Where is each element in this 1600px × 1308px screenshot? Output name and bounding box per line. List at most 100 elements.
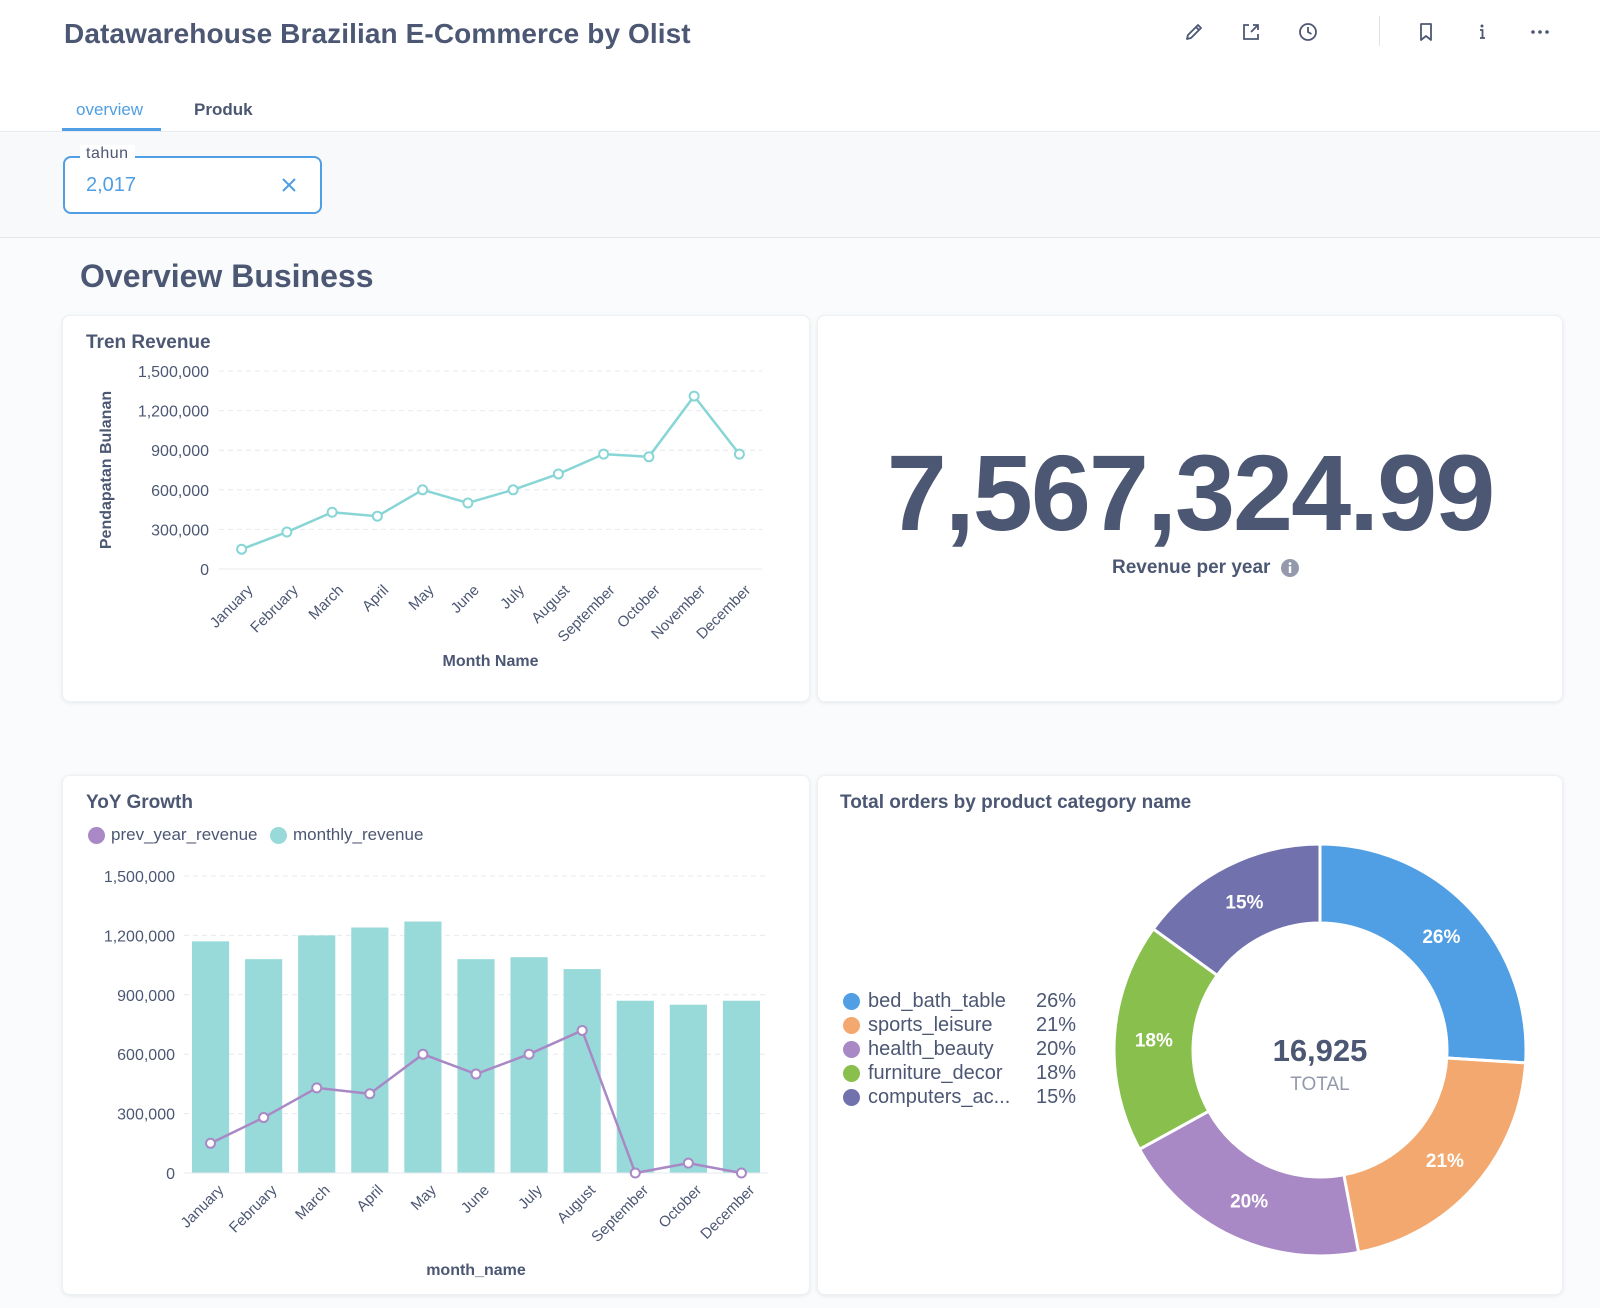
dashboard-title: Datawarehouse Brazilian E-Commerce by Ol… — [64, 18, 691, 49]
data-point[interactable] — [311, 1082, 323, 1094]
legend-percent: 20% — [1036, 1038, 1077, 1060]
revenue-per-year-value: 7,567,324.99 — [886, 432, 1496, 553]
bar[interactable] — [722, 1000, 761, 1173]
data-point[interactable] — [643, 451, 655, 463]
header-divider — [1379, 16, 1380, 46]
bookmark-icon[interactable] — [1412, 18, 1440, 46]
dashboard-header: Datawarehouse Brazilian E-Commerce by Ol… — [0, 0, 1600, 132]
x-tick-label: June — [448, 582, 483, 617]
legend-dot — [843, 1017, 860, 1034]
bar[interactable] — [616, 1000, 654, 1173]
legend-item-computers-accessories[interactable]: computers_ac... — [843, 1086, 1010, 1109]
donut-slice[interactable] — [1318, 842, 1528, 1065]
legend-percent: 18% — [1036, 1062, 1077, 1084]
pencil-icon[interactable] — [1180, 18, 1208, 46]
legend-percent: 21% — [1036, 1014, 1077, 1036]
bar[interactable] — [351, 927, 389, 1173]
data-point[interactable] — [688, 390, 700, 402]
slice-label: 26% — [1422, 927, 1460, 948]
share-icon[interactable] — [1237, 18, 1265, 46]
legend-dot — [843, 1041, 860, 1058]
x-tick-label: April — [353, 1182, 386, 1215]
data-point[interactable] — [735, 1167, 747, 1179]
legend-dot — [843, 1089, 860, 1106]
bar[interactable] — [457, 959, 495, 1173]
legend-percent: 26% — [1036, 990, 1077, 1012]
data-point[interactable] — [205, 1137, 217, 1149]
x-tick-label: September — [588, 1182, 652, 1246]
data-point[interactable] — [576, 1024, 588, 1036]
data-point[interactable] — [733, 448, 745, 460]
data-point[interactable] — [523, 1048, 535, 1060]
info-icon[interactable] — [1468, 18, 1496, 46]
bar[interactable] — [563, 969, 601, 1173]
legend-label: health_beauty — [868, 1038, 994, 1060]
data-point[interactable] — [364, 1088, 376, 1100]
bar[interactable] — [669, 1004, 707, 1173]
info-icon[interactable] — [1280, 558, 1300, 578]
legend-label: computers_ac... — [868, 1086, 1011, 1108]
y-tick-label: 900,000 — [117, 988, 175, 1005]
data-point[interactable] — [552, 468, 564, 480]
bar[interactable] — [298, 935, 336, 1173]
legend-item-health-beauty[interactable]: health_beauty — [843, 1038, 994, 1061]
data-point[interactable] — [462, 497, 474, 509]
bar[interactable] — [245, 959, 283, 1173]
data-point[interactable] — [598, 448, 610, 460]
donut-total-label: TOTAL — [1290, 1074, 1349, 1095]
data-point[interactable] — [682, 1157, 694, 1169]
section-title: Overview Business — [80, 258, 374, 294]
legend-dot — [843, 993, 860, 1010]
data-point[interactable] — [507, 484, 519, 496]
data-point[interactable] — [629, 1167, 641, 1179]
legend-label: sports_leisure — [868, 1014, 993, 1036]
x-tick-label: June — [458, 1182, 493, 1217]
y-tick-label: 300,000 — [117, 1107, 175, 1124]
x-tick-label: December — [697, 1182, 758, 1243]
x-axis-title: month_name — [426, 1262, 526, 1279]
tab-produk[interactable]: Produk — [194, 100, 253, 120]
data-point[interactable] — [417, 1048, 429, 1060]
orders-donut-chart[interactable]: 26% 21% 20% 18% 15% 16,925 TOTAL — [1090, 835, 1550, 1265]
slice-label: 20% — [1230, 1192, 1268, 1213]
legend-label: bed_bath_table — [868, 990, 1006, 1012]
filter-value[interactable]: 2,017 — [86, 174, 136, 197]
y-tick-label: 1,500,000 — [138, 364, 209, 381]
legend-item-furniture-decor[interactable]: furniture_decor — [843, 1062, 1003, 1085]
y-tick-label: 600,000 — [151, 483, 209, 500]
data-point[interactable] — [417, 484, 429, 496]
y-tick-label: 0 — [200, 562, 209, 579]
x-tick-label: April — [359, 582, 392, 615]
x-tick-label: February — [247, 581, 302, 636]
bar[interactable] — [510, 957, 548, 1173]
data-point[interactable] — [371, 510, 383, 522]
close-icon[interactable] — [278, 174, 300, 196]
revenue-trend-chart[interactable]: 0 300,000 600,000 900,000 1,200,000 1,500,000… — [62, 315, 810, 702]
yoy-growth-chart[interactable]: 0 300,000 600,000 900,000 1,200,000 1,500,000… — [62, 775, 810, 1295]
revenue-per-year-caption: Revenue per year — [1112, 557, 1271, 578]
y-tick-label: 900,000 — [151, 443, 209, 460]
legend-label: furniture_decor — [868, 1062, 1003, 1084]
history-clock-icon[interactable] — [1294, 18, 1322, 46]
data-point[interactable] — [281, 526, 293, 538]
donut-slice[interactable] — [1137, 1109, 1361, 1258]
filter-label: tahun — [80, 145, 135, 163]
slice-label: 18% — [1135, 1031, 1173, 1052]
x-tick-label: May — [408, 1181, 440, 1213]
y-tick-label: 0 — [166, 1166, 175, 1183]
legend-item-sports-leisure[interactable]: sports_leisure — [843, 1014, 993, 1037]
y-tick-label: 300,000 — [151, 522, 209, 539]
data-point[interactable] — [258, 1112, 270, 1124]
more-icon[interactable] — [1526, 18, 1554, 46]
y-tick-label: 600,000 — [117, 1047, 175, 1064]
data-point[interactable] — [326, 506, 338, 518]
x-tick-label: July — [497, 581, 528, 612]
legend-item-bed-bath-table[interactable]: bed_bath_table — [843, 990, 1006, 1013]
data-point[interactable] — [470, 1068, 482, 1080]
x-tick-label: August — [554, 1181, 600, 1227]
bar[interactable] — [404, 921, 442, 1173]
x-tick-label: February — [226, 1181, 281, 1236]
tab-overview[interactable]: overview — [76, 100, 143, 120]
data-point[interactable] — [236, 543, 248, 555]
legend-dot — [843, 1065, 860, 1082]
